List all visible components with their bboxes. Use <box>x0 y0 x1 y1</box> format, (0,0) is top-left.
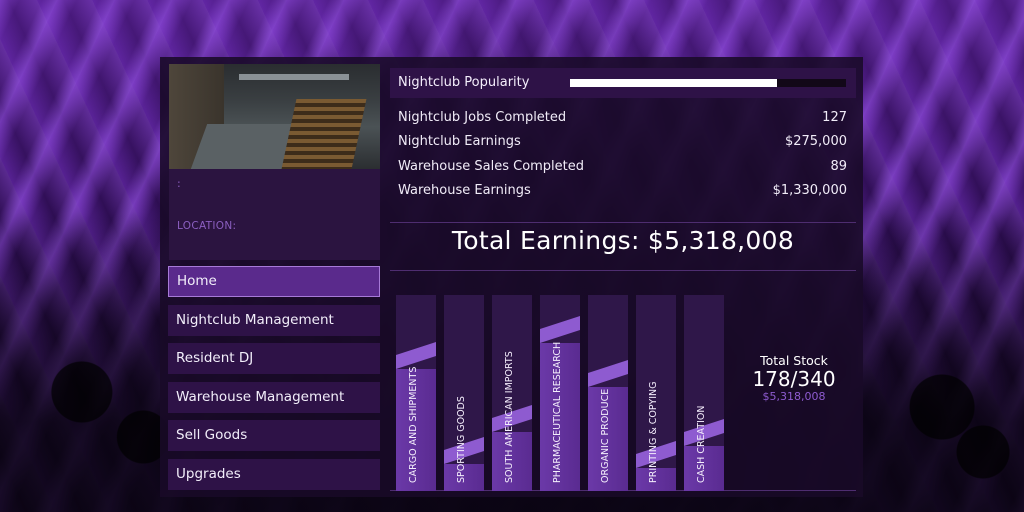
total-stock-count: 178/340 <box>752 367 836 391</box>
stock-bar-label: SOUTH AMERICAN IMPORTS <box>504 351 515 483</box>
stats-list: Nightclub Jobs Completed 127 Nightclub E… <box>398 108 847 205</box>
divider-bottom <box>390 270 856 271</box>
stock-bar-label: PHARMACEUTICAL RESEARCH <box>552 341 563 483</box>
total-earnings: Total Earnings: $5,318,008 <box>451 226 795 255</box>
popularity-label: Nightclub Popularity <box>398 75 530 90</box>
total-stock-earnings: $5,318,008 <box>762 390 826 403</box>
menu-item-warehouse-management[interactable]: Warehouse Management <box>168 381 380 413</box>
stat-label: Warehouse Sales Completed <box>398 158 585 174</box>
divider-top <box>390 222 856 223</box>
stat-label: Nightclub Jobs Completed <box>398 110 567 125</box>
stat-row-warehouse-earnings: Warehouse Earnings $1,330,000 <box>398 181 847 205</box>
stock-bar-south-american-imports: SOUTH AMERICAN IMPORTS <box>492 295 532 491</box>
stock-bar-pharmaceutical-research: PHARMACEUTICAL RESEARCH <box>540 295 580 491</box>
nightclub-name-text: : <box>177 177 181 190</box>
popularity-bar-fill <box>570 79 777 87</box>
stock-bar-cash-creation: CASH CREATION <box>684 295 724 491</box>
stock-bar-sporting-goods: SPORTING GOODS <box>444 295 484 491</box>
sidebar-menu: Home Nightclub Management Resident DJ Wa… <box>168 266 380 498</box>
menu-item-home[interactable]: Home <box>168 266 380 297</box>
stock-bar-label: CASH CREATION <box>696 405 707 483</box>
menu-item-upgrades[interactable]: Upgrades <box>168 458 380 490</box>
stat-value: 127 <box>822 110 847 125</box>
menu-item-nightclub-management[interactable]: Nightclub Management <box>168 304 380 336</box>
menu-item-sell-goods[interactable]: Sell Goods <box>168 420 380 452</box>
stat-value: 89 <box>830 158 847 174</box>
total-stock-summary: Total Stock 178/340 $5,318,008 <box>742 353 846 403</box>
stock-bar-label: SPORTING GOODS <box>456 396 467 483</box>
stat-row-warehouse-sales: Warehouse Sales Completed 89 <box>398 157 847 181</box>
menu-item-resident-dj[interactable]: Resident DJ <box>168 343 380 375</box>
goods-stock-bars: CARGO AND SHIPMENTS SPORTING GOODS SOUTH A… <box>390 285 735 491</box>
stock-bar-label: CARGO AND SHIPMENTS <box>408 366 419 483</box>
stat-value: $275,000 <box>784 134 847 150</box>
popularity-row: Nightclub Popularity <box>390 68 856 98</box>
stat-label: Warehouse Earnings <box>398 182 531 198</box>
stat-row-nightclub-earnings: Nightclub Earnings $275,000 <box>398 132 847 156</box>
nightclub-interior-image <box>169 64 380 169</box>
stat-value: $1,330,000 <box>772 182 847 198</box>
stock-bar-label: ORGANIC PRODUCE <box>600 388 611 483</box>
stat-row-jobs: Nightclub Jobs Completed 127 <box>398 108 847 132</box>
location-label: LOCATION: <box>177 220 237 232</box>
stock-bar-cargo-and-shipments: CARGO AND SHIPMENTS <box>396 295 436 491</box>
total-stock-title: Total Stock <box>760 353 828 368</box>
location-info-box: : LOCATION: <box>169 169 380 260</box>
stat-label: Nightclub Earnings <box>398 134 521 150</box>
stock-bar-organic-produce: ORGANIC PRODUCE <box>588 295 628 491</box>
stock-bar-label: PRINTING & COPYING <box>648 381 659 483</box>
popularity-bar <box>570 79 846 87</box>
stock-bar-printing-copying: PRINTING & COPYING <box>636 295 676 491</box>
